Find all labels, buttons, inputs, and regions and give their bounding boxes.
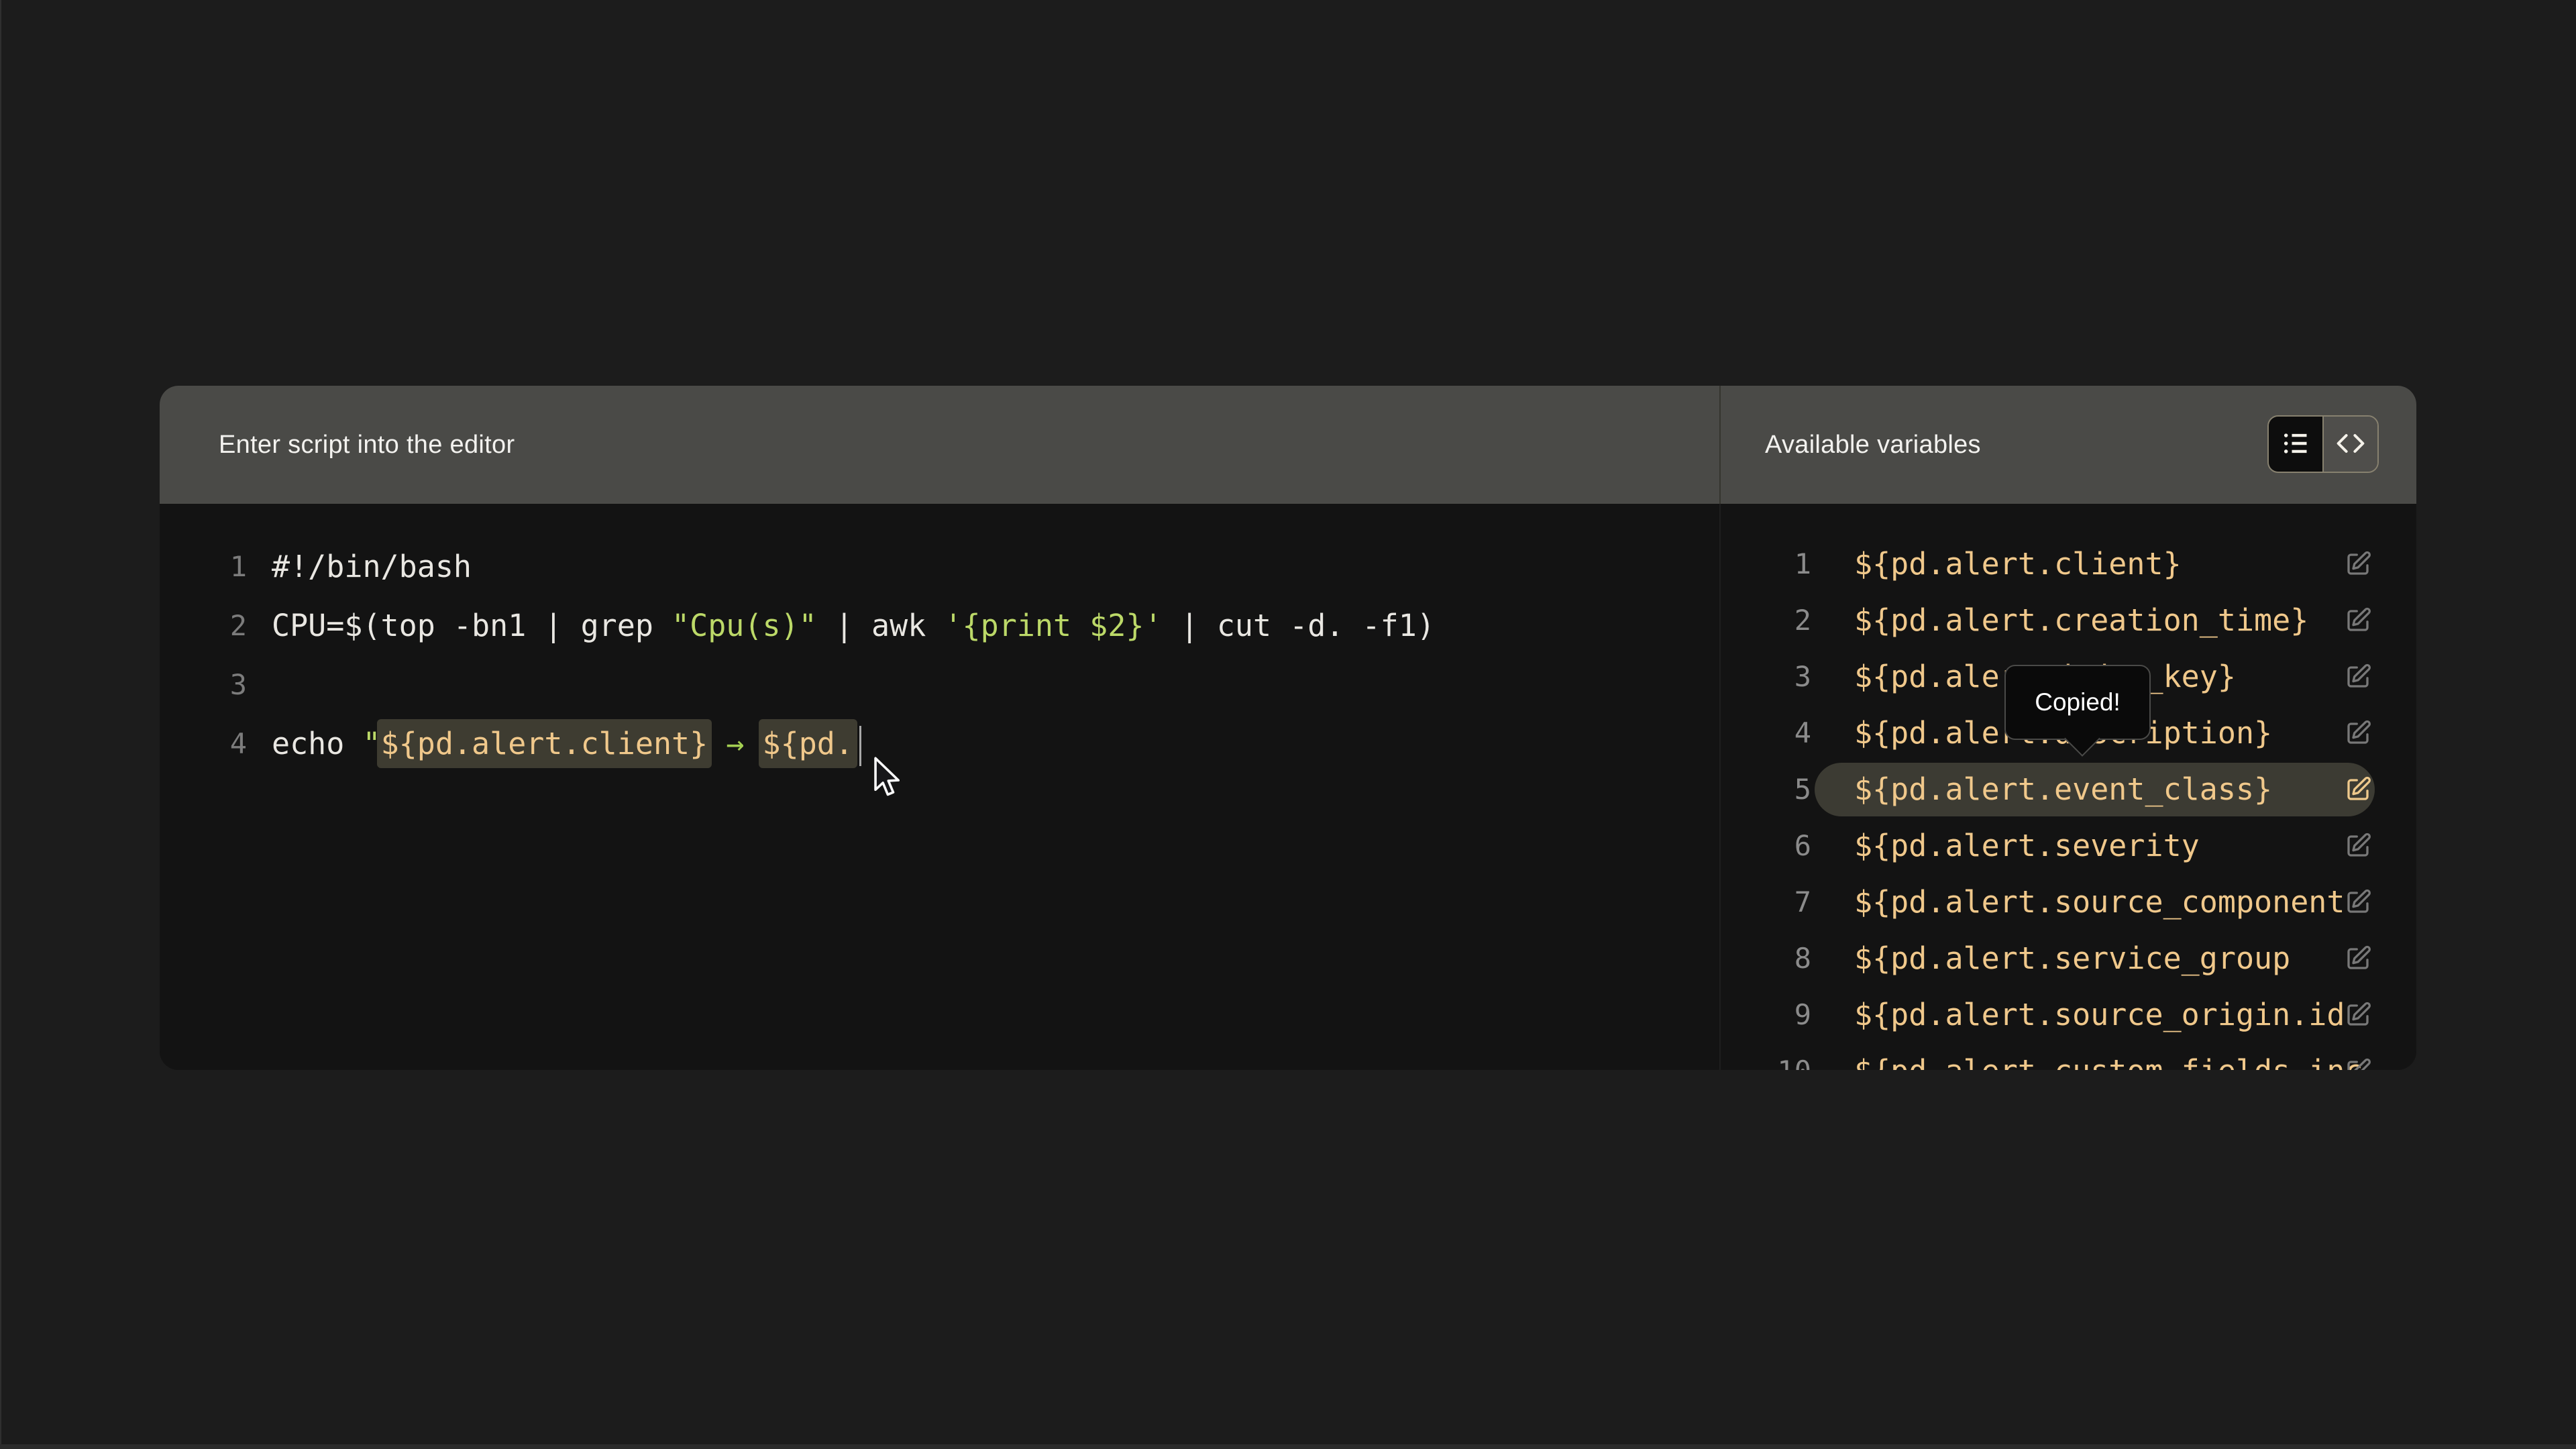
variable-row[interactable]: 2 ${pd.alert.creation_time} xyxy=(1721,592,2416,649)
edit-icon[interactable] xyxy=(2344,663,2372,691)
variable-row[interactable]: 9 ${pd.alert.source_origin.id xyxy=(1721,987,2416,1043)
code-text: #!/bin/bash xyxy=(272,537,472,596)
code-line[interactable]: 2 CPU=$(top -bn1 | grep "Cpu(s)" | awk '… xyxy=(160,596,1719,655)
variable-number: 10 xyxy=(1721,1043,1811,1070)
variable-name: ${pd.alert.event_class} xyxy=(1854,761,2272,818)
edit-icon[interactable] xyxy=(2344,888,2372,916)
code-segment-plain: CPU=$(top -bn1 | grep xyxy=(272,608,672,643)
code-text: echo "${pd.alert.client} → ${pd. xyxy=(272,714,853,773)
variables-list: 1 ${pd.alert.client} 2 ${pd.alert.creati… xyxy=(1721,504,2416,1070)
variable-name: ${pd.alert.client} xyxy=(1854,536,2182,592)
copied-tooltip: Copied! xyxy=(2004,665,2151,740)
line-number: 4 xyxy=(160,714,247,773)
code-icon xyxy=(2336,429,2365,460)
list-icon xyxy=(2281,429,2310,460)
variable-number: 3 xyxy=(1721,649,1811,705)
edit-icon[interactable] xyxy=(2344,606,2372,635)
text-caret xyxy=(859,726,861,766)
variable-number: 1 xyxy=(1721,536,1811,592)
code-line[interactable]: 4 echo "${pd.alert.client} → ${pd. xyxy=(160,714,1719,773)
edit-icon[interactable] xyxy=(2344,832,2372,860)
edit-icon[interactable] xyxy=(2344,1001,2372,1029)
edit-icon[interactable] xyxy=(2344,719,2372,747)
variable-name: ${pd.alert.creation_time} xyxy=(1854,592,2308,649)
variable-number: 5 xyxy=(1721,761,1811,818)
variables-panel-header: Available variables xyxy=(1721,386,2416,504)
variable-name: ${pd.alert.service_group xyxy=(1854,930,2290,987)
editor-panel-title: Enter script into the editor xyxy=(219,431,515,460)
editor-panel-header: Enter script into the editor xyxy=(160,386,1719,504)
variable-name: ${pd.alert.custom_fields.inc xyxy=(1854,1043,2363,1070)
variable-number: 8 xyxy=(1721,930,1811,987)
page-background: { "colors": { "page_bg": "#1c1c1c", "car… xyxy=(0,0,2576,1449)
code-view-button[interactable] xyxy=(2322,417,2377,472)
variable-row[interactable]: 6 ${pd.alert.severity xyxy=(1721,818,2416,874)
code-line[interactable]: 1 #!/bin/bash xyxy=(160,537,1719,596)
code-segment-plain xyxy=(708,726,726,761)
variable-number: 7 xyxy=(1721,874,1811,930)
code-segment-plain: #!/bin/bash xyxy=(272,549,472,584)
code-line[interactable]: 3 xyxy=(160,655,1719,714)
variable-row[interactable]: 7 ${pd.alert.source_component xyxy=(1721,874,2416,930)
variable-name: ${pd.alert.source_component xyxy=(1854,874,2345,930)
code-segment-variable: ${pd. xyxy=(759,719,857,768)
code-text: CPU=$(top -bn1 | grep "Cpu(s)" | awk '{p… xyxy=(272,596,1435,655)
code-segment-arrow: → xyxy=(726,726,744,761)
bottom-strip xyxy=(0,1444,2576,1449)
variable-row[interactable]: 10 ${pd.alert.custom_fields.inc xyxy=(1721,1043,2416,1070)
code-segment-plain: echo xyxy=(272,726,362,761)
edit-icon[interactable] xyxy=(2344,945,2372,973)
code-segment-string: '{print $2}' xyxy=(944,608,1162,643)
code-segment-plain: | awk xyxy=(817,608,945,643)
code-segment-plain: | cut -d. -f1) xyxy=(1163,608,1435,643)
variable-number: 9 xyxy=(1721,987,1811,1043)
code-segment-variable: ${pd.alert.client} xyxy=(377,719,712,768)
variable-number: 2 xyxy=(1721,592,1811,649)
copied-tooltip-text: Copied! xyxy=(2035,688,2121,716)
variable-row[interactable]: 8 ${pd.alert.service_group xyxy=(1721,930,2416,987)
view-toggle xyxy=(2267,415,2379,473)
variable-number: 4 xyxy=(1721,705,1811,761)
variable-name: ${pd.alert.source_origin.id xyxy=(1854,987,2345,1043)
line-number: 1 xyxy=(160,537,247,596)
variable-number: 6 xyxy=(1721,818,1811,874)
edit-icon[interactable] xyxy=(2344,1057,2372,1070)
code-segment-string: "Cpu(s)" xyxy=(672,608,817,643)
list-view-button[interactable] xyxy=(2269,417,2322,472)
variable-row[interactable]: 1 ${pd.alert.client} xyxy=(1721,536,2416,592)
edit-icon[interactable] xyxy=(2344,775,2372,804)
mouse-cursor xyxy=(867,755,904,798)
window-left-edge xyxy=(0,0,1,1449)
variable-name: ${pd.alert.severity xyxy=(1854,818,2200,874)
line-number: 2 xyxy=(160,596,247,655)
variable-row[interactable]: 5 ${pd.alert.event_class} xyxy=(1721,761,2416,818)
variables-panel-title: Available variables xyxy=(1765,431,1981,460)
line-number: 3 xyxy=(160,655,247,714)
edit-icon[interactable] xyxy=(2344,550,2372,578)
script-editor[interactable]: 1 #!/bin/bash 2 CPU=$(top -bn1 | grep "C… xyxy=(160,504,1719,1070)
